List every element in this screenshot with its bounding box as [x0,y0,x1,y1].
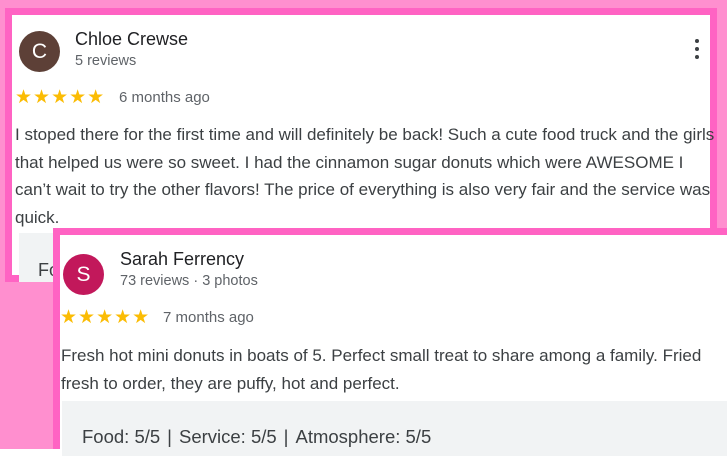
review-card-sarah: S Sarah Ferrency 73 reviews · 3 photos ★… [53,228,727,456]
reviewer-name[interactable]: Chloe Crewse [75,29,188,50]
star-rating: ★★★★★ [60,307,151,328]
reviewer-meta: 73 reviews · 3 photos [120,273,258,289]
reviewer-name[interactable]: Sarah Ferrency [120,249,244,270]
review-text: I stoped there for the first time and wi… [15,125,715,227]
star-rating: ★★★★★ [15,87,106,108]
divider: | [167,426,172,447]
service-rating: Service: 5/5 [178,426,277,447]
review-text: Fresh hot mini donuts in boats of 5. Per… [61,346,702,393]
reviewer-meta: 5 reviews [75,53,137,69]
avatar[interactable]: C [19,31,60,72]
food-rating: Food: 5/5 [82,426,161,447]
review-time: 7 months ago [163,309,254,326]
avatar[interactable]: S [63,254,104,295]
atmosphere-rating: Atmosphere: 5/5 [295,426,432,447]
review-time: 6 months ago [119,89,210,106]
ratings-strip: Food: 5/5 | Service: 5/5 | Atmosphere: 5/5 [62,401,727,456]
divider: | [283,426,289,447]
more-vert-icon[interactable] [695,39,701,63]
